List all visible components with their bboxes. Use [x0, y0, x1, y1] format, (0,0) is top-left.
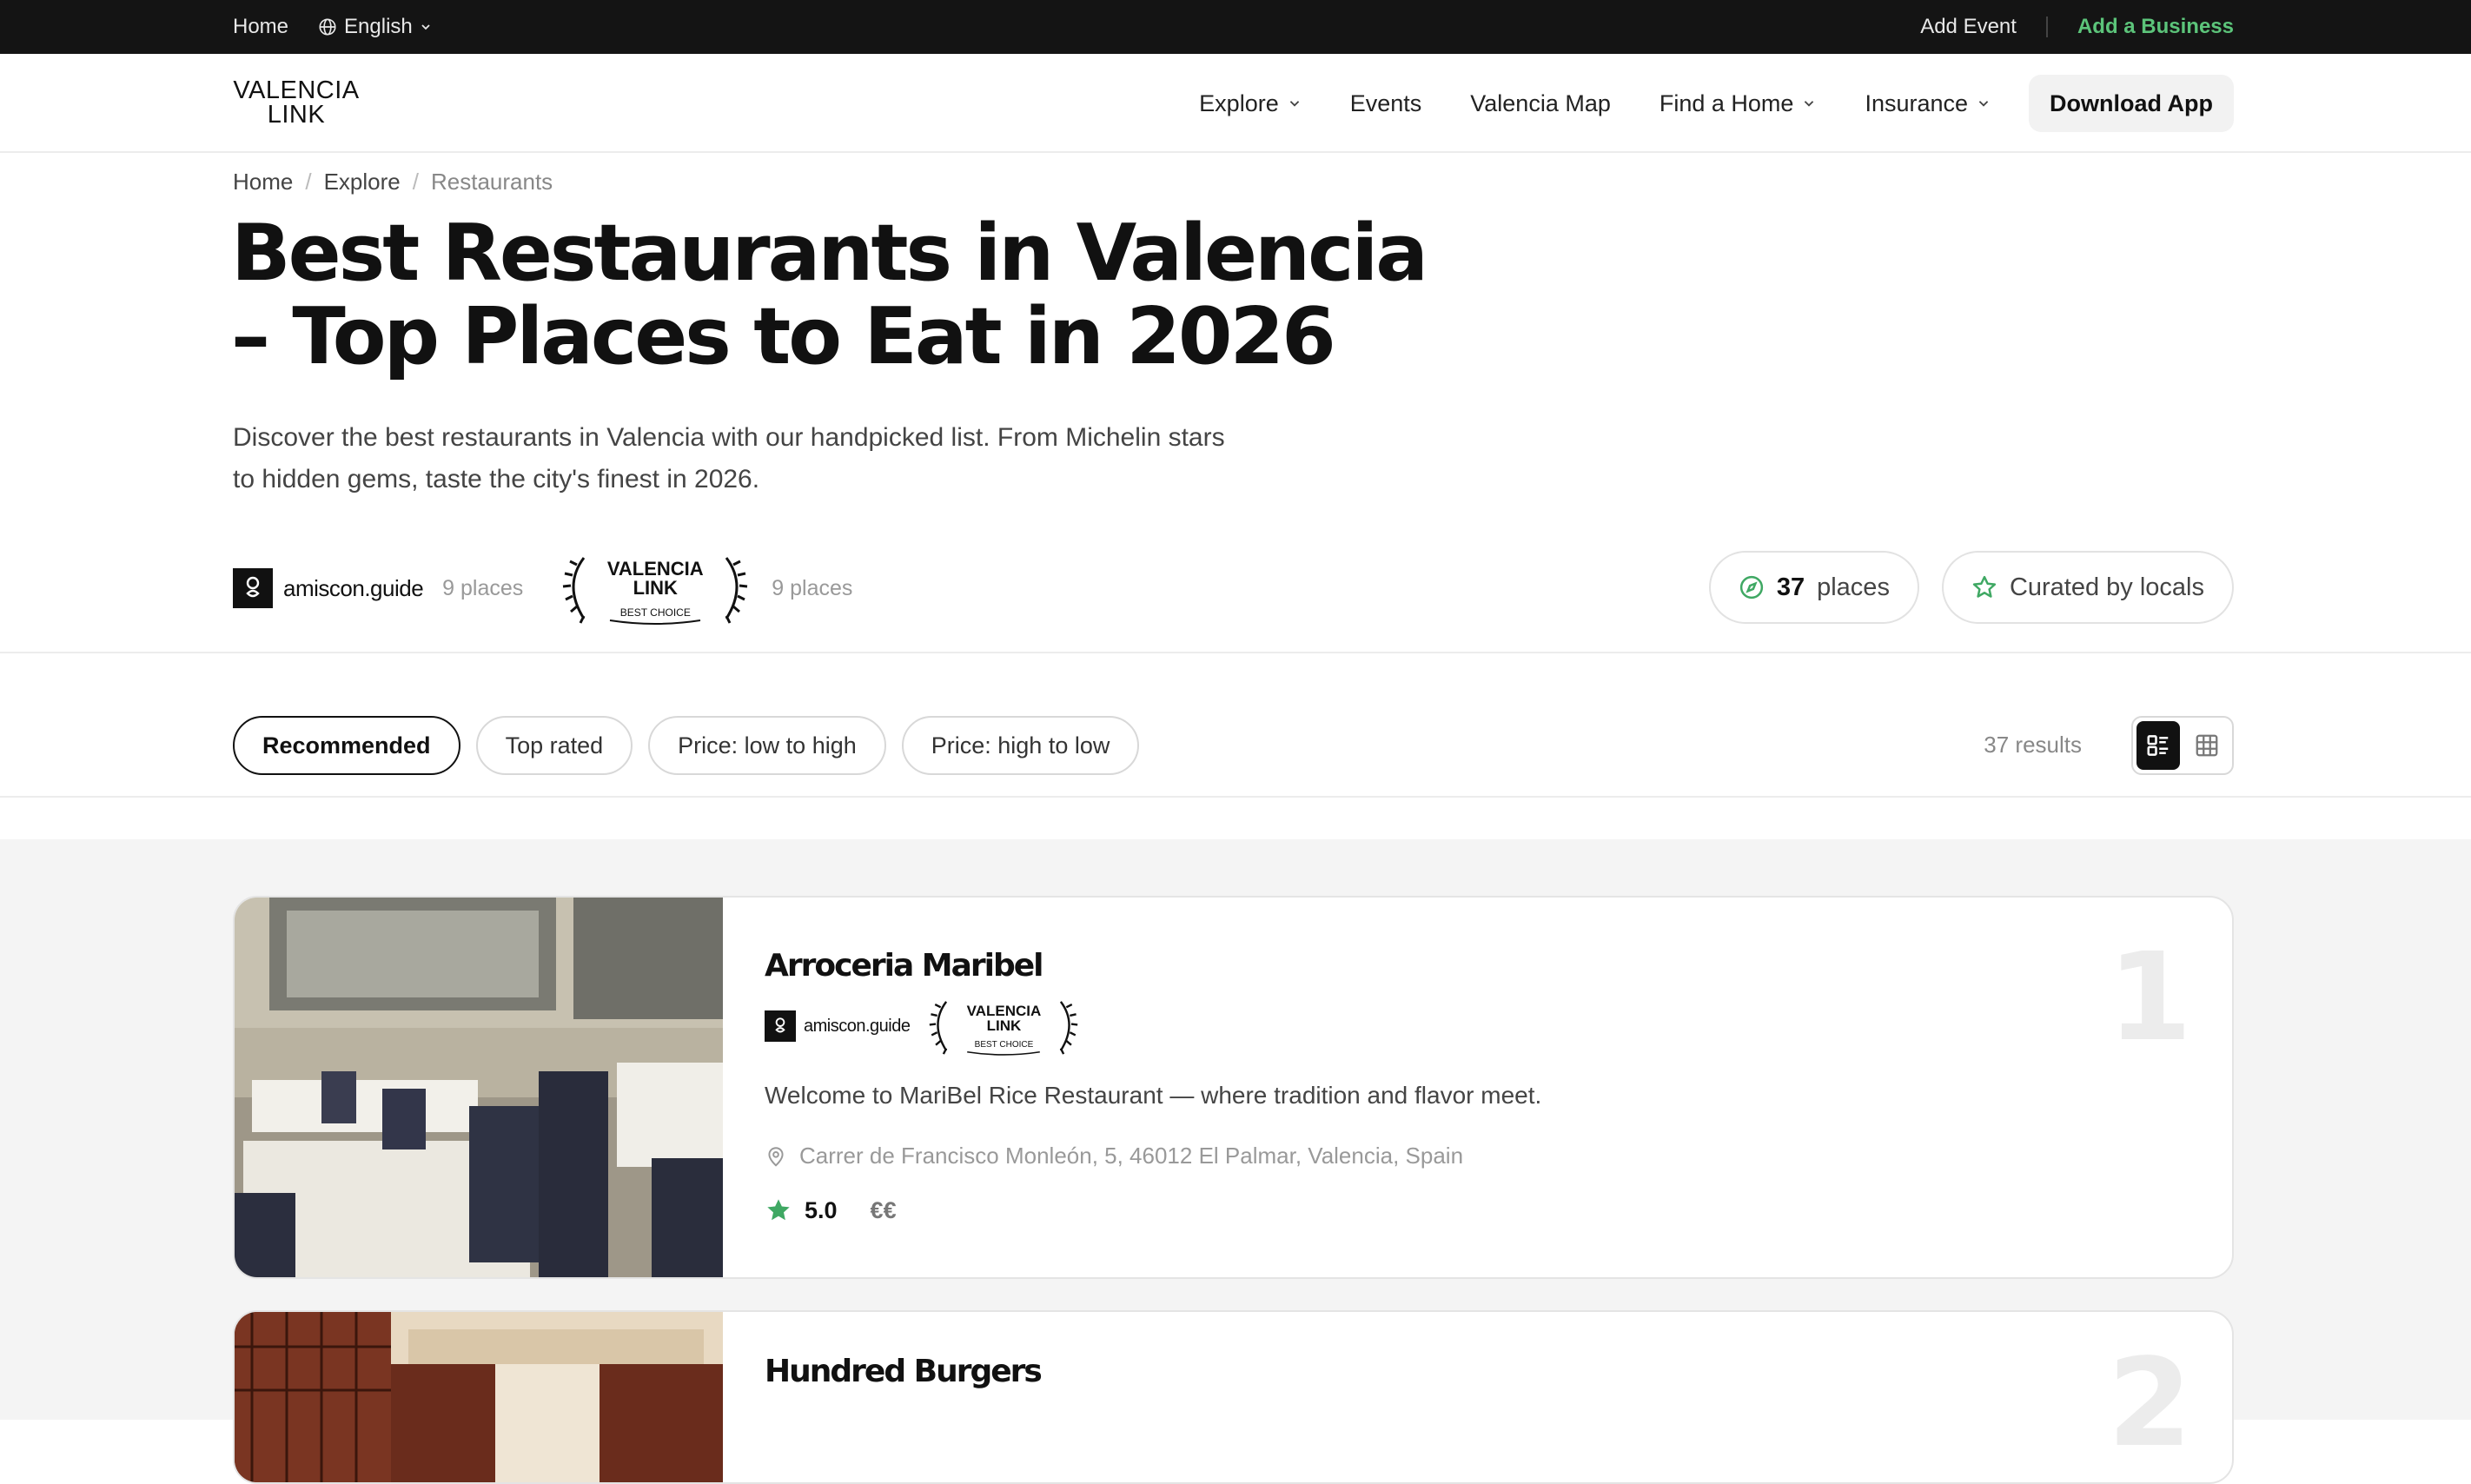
breadcrumb: Home / Explore / Restaurants	[233, 169, 553, 195]
restaurant-name[interactable]: Hundred Burgers	[765, 1354, 1043, 1389]
page-title: Best Restaurants in Valencia – Top Place…	[231, 208, 1428, 382]
amiscon-badge: amiscon.guide	[765, 1010, 911, 1042]
nav-events[interactable]: Events	[1350, 90, 1422, 117]
restaurant-rank: 1	[2107, 927, 2192, 1069]
amiscon-name: amiscon.guide	[283, 574, 424, 601]
sort-filters: Recommended Top rated Price: low to high…	[233, 716, 1140, 775]
badge-line-3: BEST CHOICE	[619, 606, 691, 619]
breadcrumb-home[interactable]: Home	[233, 169, 293, 195]
list-view-icon	[2147, 735, 2169, 756]
restaurant-rating: 5.0	[805, 1196, 838, 1223]
star-filled-icon	[767, 1199, 790, 1221]
nav-insurance-label: Insurance	[1865, 89, 1969, 116]
restaurant-description: Welcome to MariBel Rice Restaurant — whe…	[765, 1082, 1542, 1109]
sort-top-rated-button[interactable]: Top rated	[475, 716, 633, 775]
nav-find-a-home-label: Find a Home	[1659, 89, 1794, 116]
add-business-link[interactable]: Add a Business	[2077, 15, 2234, 39]
places-label: places	[1817, 573, 1890, 601]
stats-pills: 37 places Curated by locals	[1708, 551, 2234, 624]
results-count: 37 results	[1984, 732, 2082, 758]
badge-line-3: BEST CHOICE	[974, 1040, 1034, 1050]
amiscon-logo-icon	[233, 568, 273, 608]
language-selector[interactable]: English	[318, 15, 432, 39]
globe-icon	[319, 18, 336, 36]
grid-view-icon	[2196, 734, 2218, 757]
sort-recommended-button[interactable]: Recommended	[233, 716, 460, 775]
nav-insurance[interactable]: Insurance	[1865, 90, 1991, 117]
sort-price-high-low-button[interactable]: Price: high to low	[901, 716, 1140, 775]
page-lead: Discover the best restaurants in Valenci…	[233, 423, 1225, 494]
view-toggle	[2131, 716, 2234, 775]
download-app-button[interactable]: Download App	[2029, 75, 2234, 132]
nav-explore-label: Explore	[1199, 89, 1279, 116]
chevron-down-icon	[1978, 101, 1989, 107]
logo-line-2: LINK	[267, 101, 326, 129]
compass-icon	[1739, 575, 1763, 600]
restaurant-photo	[235, 898, 723, 1277]
logo-line-1: VALENCIA	[233, 76, 360, 104]
chevron-down-icon	[1289, 101, 1299, 107]
main-header: VALENCIA LINK Explore Events Valencia Ma…	[0, 54, 2471, 153]
restaurant-card[interactable]: Arroceria Maribel 1 amiscon.guide VALENC…	[233, 896, 2234, 1279]
restaurant-name[interactable]: Arroceria Maribel	[765, 948, 1044, 984]
site-logo[interactable]: VALENCIA LINK	[233, 76, 360, 129]
top-bar: Home English Add Event Add a Business	[0, 0, 2471, 54]
breadcrumb-separator: /	[412, 169, 419, 195]
restaurant-meta: 5.0 €€	[765, 1196, 897, 1224]
valencia-link-count: 9 places	[772, 575, 853, 600]
valencia-link-best-choice-badge[interactable]: VALENCIA LINK BEST CHOICE	[558, 551, 752, 626]
section-divider	[0, 652, 2471, 653]
breadcrumb-explore[interactable]: Explore	[324, 169, 401, 195]
valencia-link-badge: VALENCIA LINK BEST CHOICE	[925, 995, 1082, 1057]
restaurant-price: €€	[870, 1196, 897, 1223]
language-label: English	[344, 15, 413, 38]
amiscon-badge-label: amiscon.guide	[804, 1016, 911, 1036]
amiscon-count: 9 places	[442, 575, 524, 600]
breadcrumb-separator: /	[305, 169, 312, 195]
main-nav: Explore Events Valencia Map Find a Home …	[1150, 75, 2234, 132]
sort-price-low-high-button[interactable]: Price: low to high	[648, 716, 886, 775]
source-row: amiscon.guide 9 places VALENCIA LINK BES…	[233, 551, 852, 626]
nav-find-a-home[interactable]: Find a Home	[1659, 90, 1817, 117]
restaurant-address: Carrer de Francisco Monleón, 5, 46012 El…	[765, 1143, 1463, 1169]
badge-line-2: LINK	[986, 1017, 1022, 1034]
grid-view-button[interactable]	[2185, 721, 2229, 770]
topbar-home-link[interactable]: Home	[233, 15, 288, 39]
places-count-pill: 37 places	[1708, 551, 1919, 624]
restaurant-badges: amiscon.guide VALENCIA LINK BEST CHOICE	[765, 995, 1082, 1057]
places-count: 37	[1776, 573, 1805, 601]
breadcrumb-current: Restaurants	[430, 169, 553, 195]
restaurant-card[interactable]: Hundred Burgers 2	[233, 1310, 2234, 1484]
chevron-down-icon	[421, 24, 430, 30]
badge-line-2: LINK	[633, 577, 678, 599]
badge-line-1: VALENCIA	[966, 1003, 1042, 1019]
location-pin-icon	[768, 1146, 784, 1167]
badge-line-1: VALENCIA	[606, 558, 704, 580]
amiscon-logo-icon	[765, 1010, 796, 1042]
section-divider	[0, 796, 2471, 798]
list-view-button[interactable]	[2136, 721, 2180, 770]
restaurant-address-text: Carrer de Francisco Monleón, 5, 46012 El…	[799, 1143, 1464, 1169]
star-outline-icon	[1972, 575, 1997, 598]
chevron-down-icon	[1805, 101, 1814, 107]
add-event-link[interactable]: Add Event	[1920, 15, 2017, 39]
restaurant-rank: 2	[2107, 1333, 2192, 1474]
restaurant-photo	[235, 1312, 723, 1482]
topbar-divider	[2045, 17, 2048, 37]
amiscon-source[interactable]: amiscon.guide	[233, 568, 424, 608]
nav-explore[interactable]: Explore	[1199, 90, 1302, 117]
curated-label: Curated by locals	[2009, 573, 2204, 601]
nav-valencia-map[interactable]: Valencia Map	[1470, 90, 1611, 117]
curated-pill: Curated by locals	[1941, 551, 2234, 624]
